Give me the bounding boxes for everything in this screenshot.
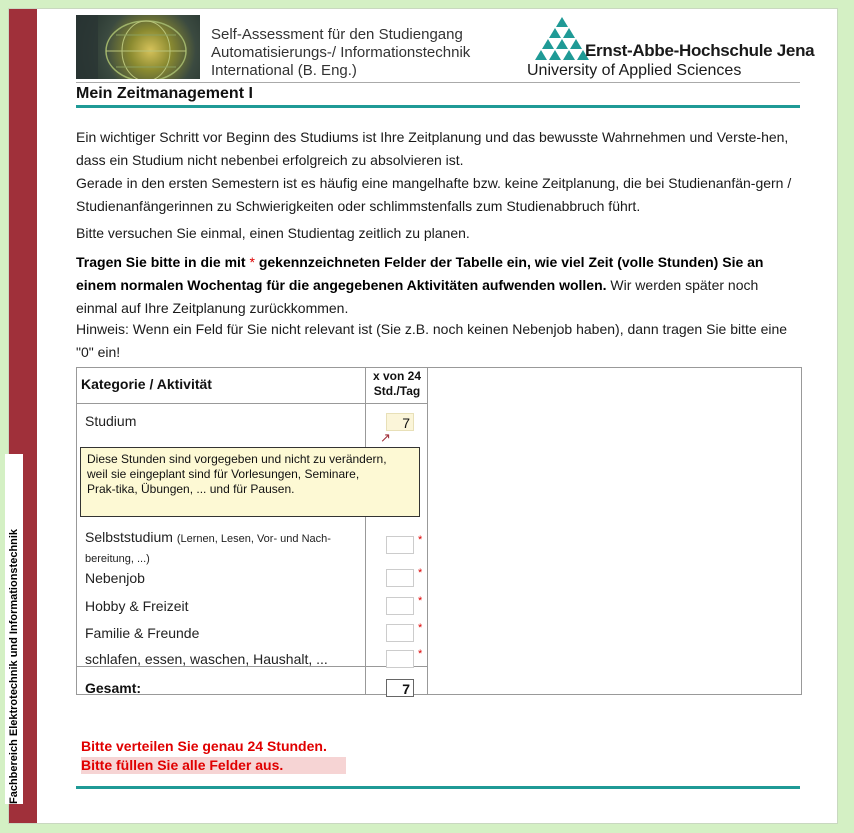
header-divider <box>76 82 800 83</box>
column-header-hours-line: x von 24 <box>372 369 422 383</box>
logo-name: Ernst-Abbe-Hochschule Jena <box>585 41 815 60</box>
row-label-schlafen: schlafen, essen, waschen, Haushalt, ... <box>85 651 328 667</box>
program-title: Self-Assessment für den Studiengang Auto… <box>211 26 511 80</box>
instruction-paragraph: Tragen Sie bitte in die mit * gekennzeic… <box>76 251 801 320</box>
hours-input-studium[interactable]: 7 <box>386 413 414 431</box>
required-marker: * <box>418 567 423 579</box>
logo-triangles-icon <box>535 17 589 60</box>
hours-input-schlafen[interactable] <box>386 650 414 668</box>
total-label: Gesamt: <box>85 680 142 696</box>
warning-hours: Bitte verteilen Sie genau 24 Stunden. <box>81 738 327 754</box>
warning-fields: Bitte füllen Sie alle Felder aus. <box>81 757 346 774</box>
row-label-selbststudium: Selbststudium (Lernen, Lesen, Vor- und N… <box>85 528 360 568</box>
hours-input-nebenjob[interactable] <box>386 569 414 587</box>
column-header-hours-line: Std./Tag <box>373 384 421 398</box>
required-marker: * <box>418 622 423 634</box>
program-title-line: Automatisierungs-/ Informationstechnik <box>211 44 471 61</box>
university-logo: Ernst-Abbe-Hochschule Jena University of… <box>527 17 815 83</box>
tooltip-line: Prak-tika, Übungen, ... und für Pausen. <box>87 482 295 496</box>
side-label: Fachbereich Elektrotechnik und Informati… <box>5 454 23 804</box>
program-title-line: International (B. Eng.) <box>211 62 357 79</box>
row-label-main: Selbststudium <box>85 529 173 545</box>
row-label-familie: Familie & Freunde <box>85 625 200 641</box>
total-hours-value: 7 <box>386 679 414 697</box>
header-photo <box>76 15 200 79</box>
tooltip: Diese Stunden sind vorgegeben und nicht … <box>80 447 420 517</box>
logo-subtitle: University of Applied Sciences <box>527 62 742 79</box>
required-marker: * <box>418 648 423 660</box>
required-marker: * <box>249 254 255 270</box>
program-title-line: Self-Assessment für den Studiengang <box>211 26 463 43</box>
page: Fachbereich Elektrotechnik und Informati… <box>5 8 838 824</box>
title-divider <box>76 105 800 108</box>
hours-input-hobby[interactable] <box>386 597 414 615</box>
page-title: Mein Zeitmanagement I <box>76 85 253 102</box>
intro-paragraph-2: Gerade in den ersten Semestern ist es hä… <box>76 175 792 214</box>
hours-input-familie[interactable] <box>386 624 414 642</box>
tooltip-line: Diese Stunden sind vorgegeben und nicht … <box>87 452 387 466</box>
instruction-bold-a: Tragen Sie bitte in die mit <box>76 254 246 270</box>
row-label-studium: Studium <box>85 413 137 429</box>
intro-paragraph-3: Bitte versuchen Sie einmal, einen Studie… <box>76 225 470 241</box>
bottom-divider <box>76 786 800 789</box>
column-header-category: Kategorie / Aktivität <box>81 376 212 392</box>
required-marker: * <box>418 534 423 546</box>
hint-paragraph: Hinweis: Wenn ein Feld für Sie nicht rel… <box>76 321 788 360</box>
row-label-nebenjob: Nebenjob <box>85 570 145 586</box>
hours-input-selbststudium[interactable] <box>386 536 414 554</box>
column-header-hours: x von 24 Std./Tag <box>367 369 427 399</box>
intro-paragraph-1: Ein wichtiger Schritt vor Beginn des Stu… <box>76 129 789 168</box>
row-label-hobby: Hobby & Freizeit <box>85 598 189 614</box>
arrow-icon: ↗ <box>380 430 391 445</box>
required-marker: * <box>418 595 423 607</box>
time-table: Kategorie / Aktivität x von 24 Std./Tag … <box>76 367 802 697</box>
tooltip-line: weil sie eingeplant sind für Vorlesungen… <box>87 467 360 481</box>
